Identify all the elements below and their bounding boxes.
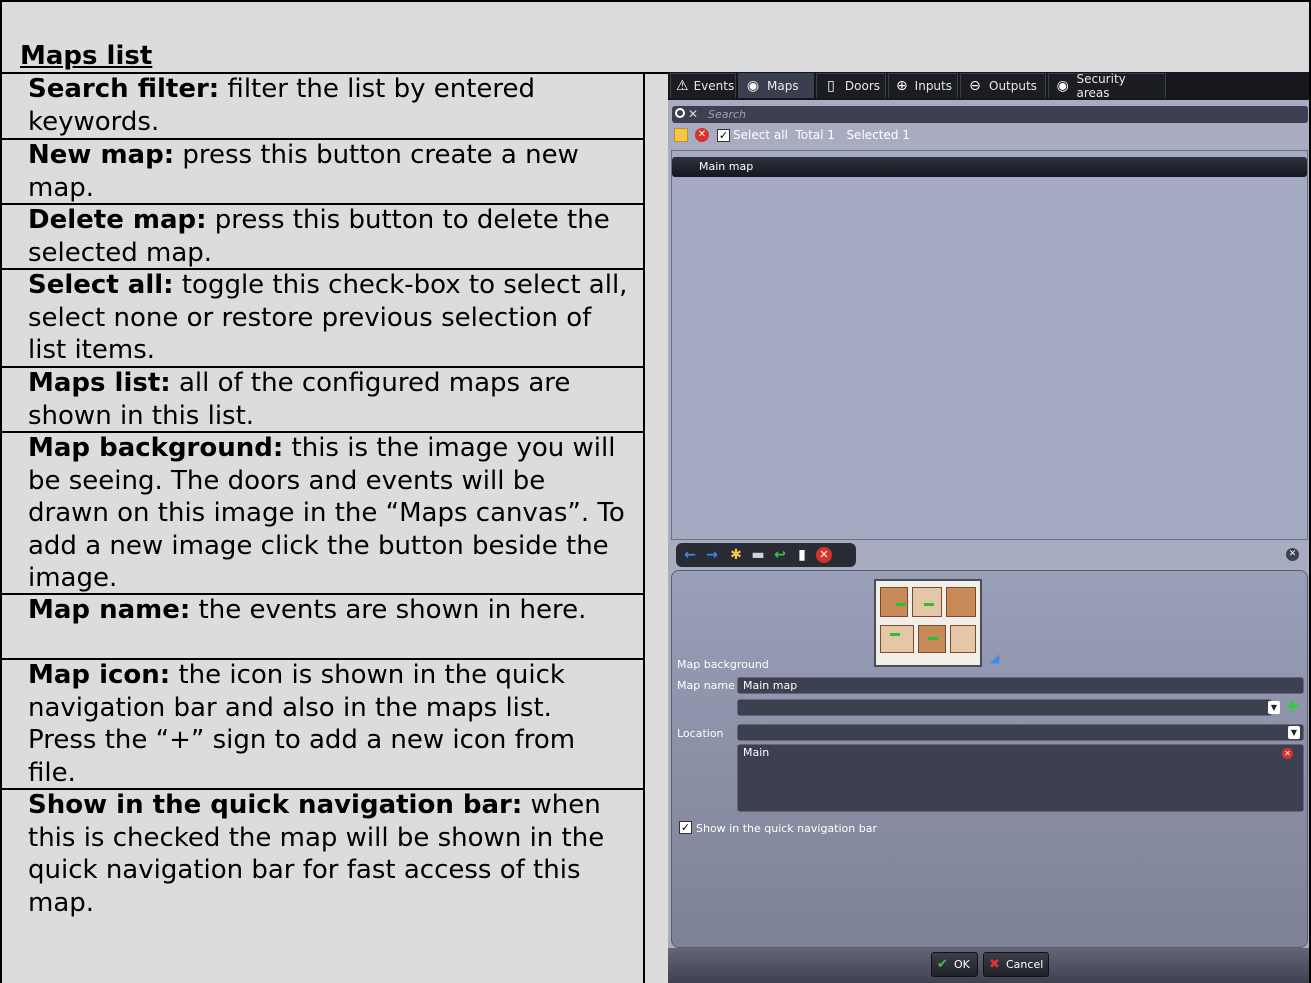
tab-events[interactable]: ⚠ Events (670, 73, 736, 98)
total-count: Total 1 (795, 128, 835, 142)
undo-icon[interactable]: ↩ (772, 547, 788, 563)
warning-icon: ⚠ (676, 78, 689, 94)
show-quick-nav-checkbox[interactable]: ✓ (679, 821, 692, 834)
desc-show-quick-nav: Show in the quick navigation bar: when t… (28, 790, 605, 918)
desc-delete-map: Delete map: press this button to delete … (28, 205, 610, 268)
output-arrow-icon: ⊖ (969, 78, 981, 94)
cancel-button[interactable]: ✖ Cancel (983, 952, 1049, 977)
door-icon: ▯ (827, 78, 835, 94)
tab-security-areas[interactable]: ◉ Security areas (1048, 72, 1166, 100)
dialog-buttons: ✔ OK ✖ Cancel (668, 948, 1309, 983)
table-border-left (0, 0, 2, 983)
map-name-label: Map name (677, 679, 735, 692)
map-background-thumbnail (874, 579, 982, 667)
desc-select-all: Select all: toggle this check-box to sel… (28, 270, 628, 365)
globe-icon: ◉ (746, 78, 760, 94)
ok-button[interactable]: ✔ OK (931, 952, 978, 977)
desc-map-background: Map background: this is the image you wi… (28, 433, 625, 593)
list-toolbar: ✕ ✓ Select all Total 1 Selected 1 (672, 126, 1072, 144)
section-heading: Maps list (20, 41, 153, 71)
chevron-down-icon[interactable]: ▼ (1268, 701, 1280, 714)
delete-map-icon[interactable]: ✕ (695, 128, 709, 142)
maps-editor-screenshot: ⚠ Events ◉ Maps ▯ Doors ⊕ Inputs ⊖ Outputs ◉ S… (668, 72, 1309, 983)
table-divider (643, 72, 645, 983)
list-item[interactable]: Main map (672, 157, 1307, 177)
maps-list: Main map (671, 150, 1308, 540)
back-arrow-icon[interactable]: ← (682, 547, 698, 563)
map-name-field[interactable]: Main map (737, 677, 1304, 694)
location-label: Location (677, 727, 724, 740)
tab-doors[interactable]: ▯ Doors (816, 73, 886, 98)
desc-map-name: Map name: the events are shown in here. (28, 595, 587, 625)
input-arrow-icon: ⊕ (895, 78, 908, 94)
tab-maps[interactable]: ◉ Maps (738, 73, 814, 98)
editor-toolbar: ← → ✱ ▬ ↩ ▮ ✕ (676, 543, 856, 567)
search-input[interactable]: ✕ Search (672, 106, 1308, 123)
new-icon[interactable]: ✱ (728, 547, 744, 563)
browse-image-icon[interactable]: ◢ (990, 651, 999, 665)
remove-icon[interactable]: ✕ (1282, 748, 1293, 759)
map-detail-panel: ◢ Map background Map name Main map ▼ ✚ L… (671, 570, 1308, 948)
copy-icon[interactable]: ▮ (794, 547, 810, 563)
search-icon (675, 108, 685, 118)
new-map-icon[interactable] (674, 128, 688, 142)
cancel-icon: ✖ (989, 957, 1000, 972)
chevron-down-icon[interactable]: ▼ (1288, 726, 1300, 739)
table-border-top (0, 0, 1311, 2)
tab-inputs[interactable]: ⊕ Inputs (888, 73, 958, 98)
add-icon[interactable]: ✚ (1286, 698, 1299, 715)
location-list: Main (737, 744, 1304, 812)
save-icon[interactable]: ▬ (750, 547, 766, 563)
list-item[interactable]: Main (743, 746, 769, 759)
forward-arrow-icon[interactable]: → (704, 547, 720, 563)
selected-count: Selected 1 (846, 128, 910, 142)
desc-maps-list: Maps list: all of the configured maps ar… (28, 368, 571, 431)
tab-bar: ⚠ Events ◉ Maps ▯ Doors ⊕ Inputs ⊖ Outputs ◉ S… (668, 72, 1309, 100)
location-select[interactable] (737, 724, 1304, 741)
check-icon: ✔ (937, 957, 948, 972)
desc-new-map: New map: press this button create a new … (28, 140, 579, 203)
delete-icon[interactable]: ✕ (816, 547, 832, 563)
document-page: Maps list Search filter: filter the list… (0, 0, 1311, 983)
map-icon-select[interactable] (737, 699, 1272, 716)
globe-icon: ◉ (1056, 78, 1069, 94)
clear-icon[interactable]: ✕ (688, 107, 698, 121)
map-background-label: Map background (677, 658, 769, 671)
select-all-checkbox[interactable]: ✓ (717, 129, 730, 142)
tab-outputs[interactable]: ⊖ Outputs (960, 73, 1046, 98)
close-icon[interactable]: ✕ (1286, 548, 1299, 561)
desc-map-icon: Map icon: the icon is shown in the quick… (28, 660, 576, 788)
desc-search-filter: Search filter: filter the list by entere… (28, 74, 536, 137)
select-all-label: Select all (733, 128, 788, 142)
show-quick-nav-label: Show in the quick navigation bar (696, 822, 877, 835)
